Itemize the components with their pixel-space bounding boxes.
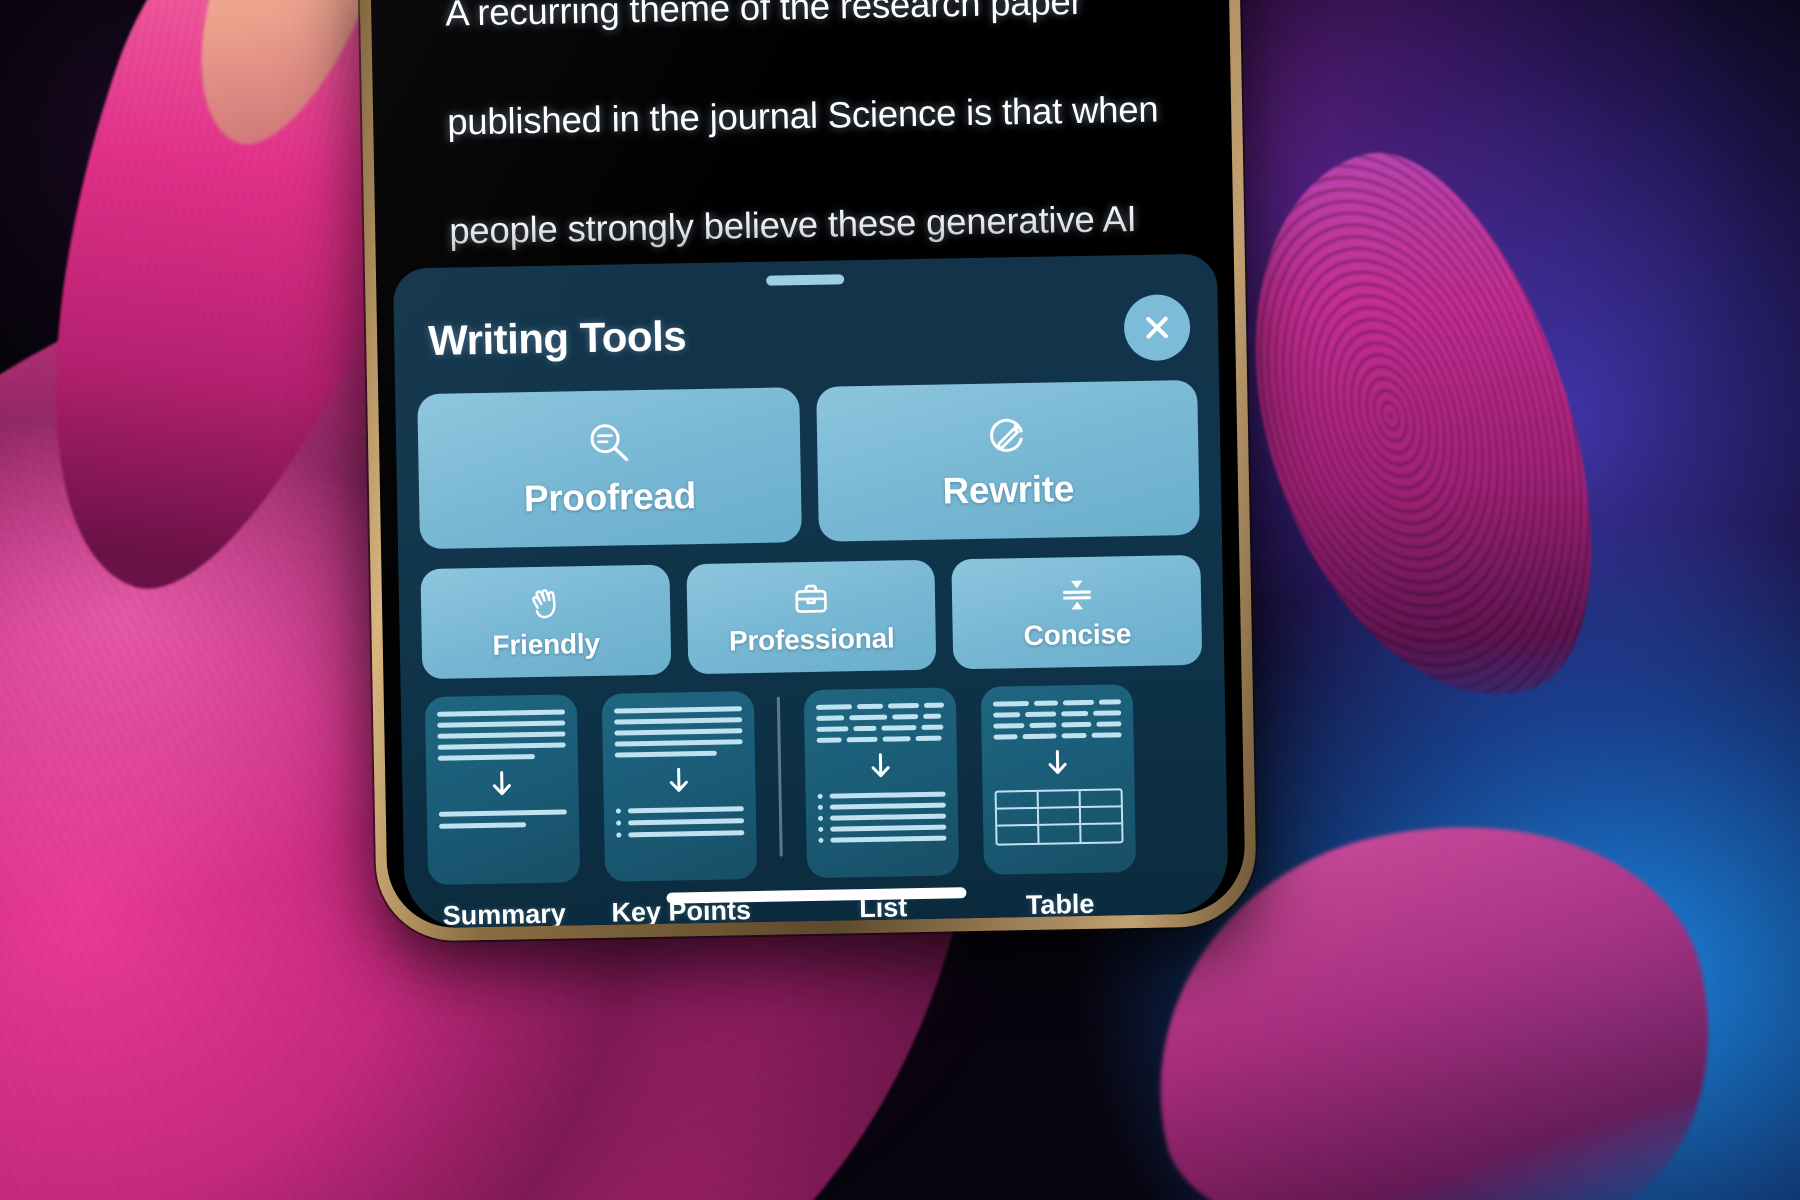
summary-item[interactable]: Summary bbox=[423, 694, 582, 929]
close-button[interactable] bbox=[1123, 293, 1191, 362]
proofread-button[interactable]: Proofread bbox=[417, 387, 802, 550]
concise-button[interactable]: Concise bbox=[951, 554, 1203, 670]
concise-label: Concise bbox=[1023, 618, 1132, 652]
proofread-label: Proofread bbox=[523, 474, 697, 519]
sheet-grabber-handle[interactable] bbox=[766, 274, 845, 286]
table-item[interactable]: Table bbox=[979, 684, 1138, 922]
professional-label: Professional bbox=[728, 622, 895, 657]
page-title: Writing Tools bbox=[427, 312, 687, 364]
article-line: published in the journal Science is that… bbox=[446, 88, 1159, 143]
magnifier-text-icon bbox=[584, 418, 633, 467]
summary-card-icon bbox=[424, 694, 580, 886]
down-arrow-icon bbox=[993, 748, 1122, 780]
table-card-icon bbox=[980, 684, 1136, 875]
primary-actions-row: Proofread Rewrite bbox=[417, 379, 1200, 550]
friendly-label: Friendly bbox=[492, 627, 601, 661]
writing-tools-sheet: Writing Tools Proofread Rewrite Friendly… bbox=[392, 253, 1229, 929]
circular-arrow-pencil-icon bbox=[983, 410, 1032, 459]
sheet-header: Writing Tools bbox=[427, 293, 1191, 374]
table-grid bbox=[994, 788, 1124, 846]
briefcase-icon bbox=[790, 578, 833, 621]
compress-arrows-icon bbox=[1055, 573, 1098, 616]
down-arrow-icon bbox=[816, 752, 945, 784]
rewrite-button[interactable]: Rewrite bbox=[815, 379, 1200, 542]
rewrite-label: Rewrite bbox=[942, 467, 1075, 512]
summary-label: Summary bbox=[442, 898, 567, 929]
friendly-button[interactable]: Friendly bbox=[420, 564, 672, 680]
down-arrow-icon bbox=[615, 766, 744, 798]
waving-hand-icon bbox=[524, 582, 567, 625]
down-arrow-icon bbox=[438, 769, 567, 801]
list-card-icon bbox=[803, 687, 959, 879]
close-icon bbox=[1146, 316, 1169, 339]
key-points-card-icon bbox=[601, 691, 757, 882]
section-divider bbox=[776, 696, 783, 857]
article-line: A recurring theme of the research paper bbox=[444, 0, 1083, 34]
phone-screen: A recurring theme of the research paper … bbox=[369, 0, 1246, 929]
professional-button[interactable]: Professional bbox=[686, 559, 937, 675]
phone-device: A recurring theme of the research paper … bbox=[358, 0, 1258, 942]
table-label: Table bbox=[1025, 888, 1095, 921]
tone-actions-row: Friendly Professional Concise bbox=[420, 554, 1203, 680]
article-line: people strongly believe these generative… bbox=[448, 197, 1137, 252]
